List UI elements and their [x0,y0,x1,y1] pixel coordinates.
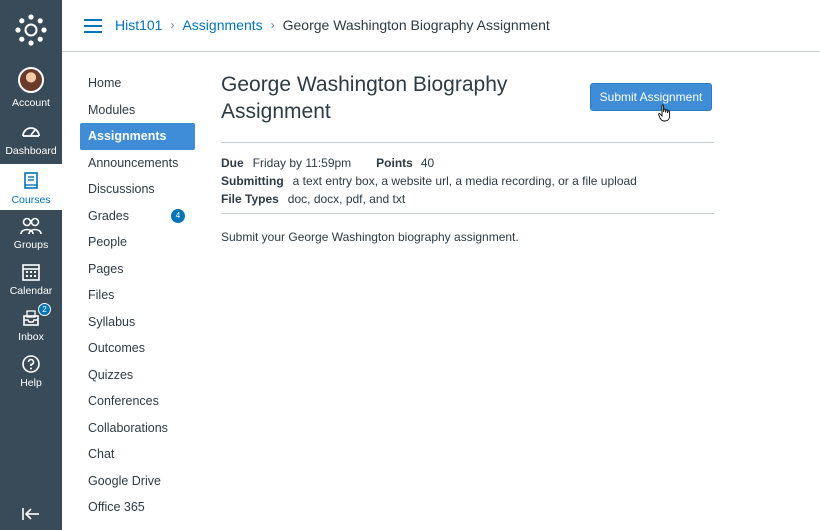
nav-dashboard[interactable]: Dashboard [0,120,62,166]
collapse-nav-button[interactable] [0,502,62,526]
course-nav: Home Modules Assignments Announcements D… [80,70,195,521]
course-nav-collaborations[interactable]: Collaborations [80,415,195,442]
submit-assignment-button[interactable]: Submit Assignment [590,83,712,111]
assignment-description: Submit your George Washington biography … [221,230,519,244]
breadcrumb-assignments[interactable]: Assignments [182,17,262,33]
submitting-value: a text entry box, a website url, a media… [292,174,637,188]
hand-cursor-icon [658,104,671,122]
nav-dashboard-label: Dashboard [5,145,57,157]
global-nav: Account Dashboard Courses Groups Calenda… [0,0,62,530]
nav-calendar[interactable]: Calendar [0,260,62,306]
course-nav-modules[interactable]: Modules [80,97,195,124]
nav-courses-label: Courses [11,194,51,206]
divider [221,213,714,214]
course-nav-office-365[interactable]: Office 365 [80,494,195,521]
nav-account[interactable]: Account [0,64,62,114]
groups-icon [19,214,43,238]
course-nav-people[interactable]: People [80,229,195,256]
course-nav-pages[interactable]: Pages [80,256,195,283]
dashboard-icon [19,120,43,144]
course-nav-google-drive[interactable]: Google Drive [80,468,195,495]
divider [221,142,714,143]
course-nav-announcements[interactable]: Announcements [80,150,195,177]
course-nav-outcomes[interactable]: Outcomes [80,335,195,362]
course-nav-grades[interactable]: Grades 4 [80,203,195,230]
nav-inbox[interactable]: 2 Inbox [0,303,62,352]
nav-courses[interactable]: Courses [0,164,62,210]
course-nav-syllabus[interactable]: Syllabus [80,309,195,336]
assignment-title: George Washington Biography Assignment [221,73,508,123]
nav-inbox-label: Inbox [18,331,44,343]
hamburger-menu-icon[interactable] [84,19,102,33]
breadcrumb-separator-icon: › [270,18,275,32]
course-nav-files[interactable]: Files [80,282,195,309]
file-types-label: File Types [221,192,279,206]
points-label: Points [376,156,413,170]
due-value: Friday by 11:59pm [252,156,352,170]
nav-help[interactable]: Help [0,352,62,398]
course-nav-quizzes[interactable]: Quizzes [80,362,195,389]
due-label: Due [221,156,244,170]
nav-account-label: Account [12,97,50,109]
course-nav-conferences[interactable]: Conferences [80,388,195,415]
course-nav-grades-label: Grades [88,208,129,223]
course-nav-discussions[interactable]: Discussions [80,176,195,203]
breadcrumb-current: George Washington Biography Assignment [282,17,550,33]
calendar-icon [19,260,43,284]
breadcrumb-course[interactable]: Hist101 [115,17,162,33]
courses-icon [19,169,43,193]
help-icon [19,352,43,376]
account-avatar [18,67,44,93]
submitting-label: Submitting [221,174,284,188]
breadcrumb-separator-icon: › [170,18,175,32]
course-nav-home[interactable]: Home [80,70,195,97]
nav-groups[interactable]: Groups [0,214,62,260]
course-nav-assignments[interactable]: Assignments [80,123,195,150]
collapse-arrow-icon [22,508,39,520]
inbox-icon: 2 [19,303,51,330]
assignment-details: Due Friday by 11:59pm Points 40 Submitti… [221,154,637,208]
breadcrumb: Hist101 › Assignments › George Washingto… [115,17,550,33]
points-value: 40 [420,156,435,170]
nav-help-label: Help [20,377,42,389]
grades-badge: 4 [171,208,185,223]
file-types-value: doc, docx, pdf, and txt [287,192,406,206]
course-nav-chat[interactable]: Chat [80,441,195,468]
canvas-logo-icon [15,14,47,46]
canvas-logo[interactable] [0,0,62,60]
nav-calendar-label: Calendar [9,285,53,297]
inbox-badge: 2 [38,303,51,316]
page-header: Hist101 › Assignments › George Washingto… [62,0,820,52]
nav-groups-label: Groups [13,239,49,251]
